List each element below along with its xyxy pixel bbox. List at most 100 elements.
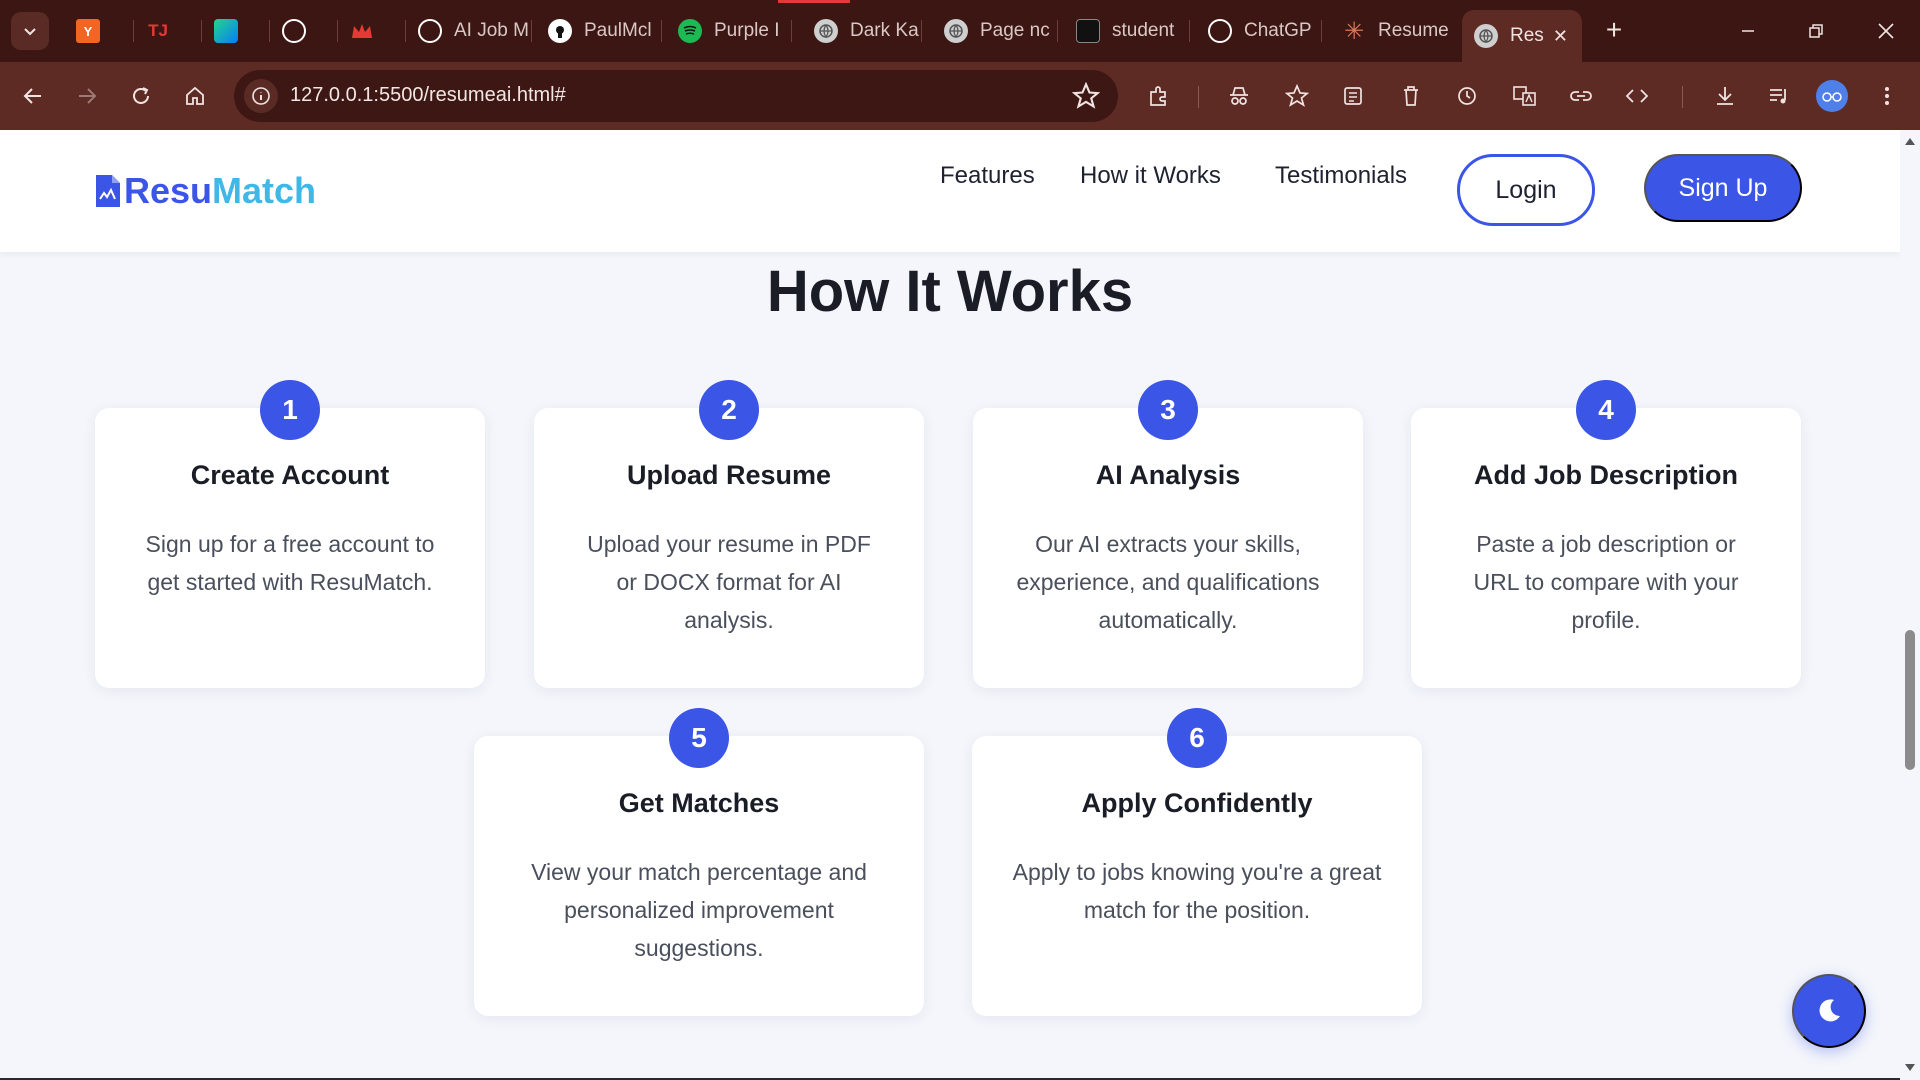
browser-menu-button[interactable] [1870,79,1904,113]
downloads-button[interactable] [1708,79,1742,113]
chevron-down-icon [24,28,36,36]
nav-link-features[interactable]: Features [940,162,1035,190]
browser-tab-active[interactable]: Res ✕ [1462,10,1582,62]
scroll-up-arrow-icon[interactable] [1905,138,1915,145]
scroll-down-arrow-icon[interactable] [1905,1064,1915,1071]
translate-button[interactable] [1508,79,1542,113]
new-tab-button[interactable]: + [1597,14,1631,48]
restore-icon [1809,24,1823,38]
step-card: Apply Confidently Apply to jobs knowing … [972,736,1422,1016]
scrollbar-thumb[interactable] [1905,630,1915,770]
step-description: Paste a job description or URL to compar… [1473,531,1739,633]
browser-tab[interactable]: AI Job M [406,10,532,52]
music-queue-icon [1770,89,1786,104]
tab-search-button[interactable] [11,12,49,50]
browser-tab[interactable]: Dark Ka [802,10,922,52]
reload-button[interactable] [122,77,160,115]
minimize-button[interactable] [1728,14,1768,48]
section-title: How It Works [766,259,1134,324]
tab-label: Resume [1378,20,1449,41]
resume-document-icon [96,175,120,207]
more-vertical-icon [1885,87,1889,105]
page-viewport: Resu Match Features How it Works Testimon… [0,130,1900,1080]
browser-tab[interactable]: student [1064,10,1190,52]
tj-logo-icon: TJ [148,21,168,40]
browser-tab[interactable]: Purple I [666,10,792,52]
code-icon [1625,89,1649,103]
reading-list-button[interactable] [1336,79,1370,113]
tab-label: Purple I [714,20,780,41]
history-button[interactable] [1450,79,1484,113]
nav-link-testimonials[interactable]: Testimonials [1275,162,1407,190]
step-number-badge: 2 [699,380,759,440]
tab-label: Dark Ka [850,20,919,41]
address-bar[interactable]: 127.0.0.1:5500/resumeai.html# [234,70,1118,122]
step-description: View your match percentage and personali… [531,859,867,961]
browser-tab-strip: Y TJ AI Job M PaulMcl Purple I Dark Ka P… [0,0,1920,62]
tab-label: Res [1510,25,1544,46]
openai-icon [1208,19,1232,43]
signup-button[interactable]: Sign Up [1644,154,1802,222]
login-button[interactable]: Login [1457,154,1595,226]
nav-link-how-it-works[interactable]: How it Works [1080,162,1221,190]
spotify-icon [678,19,702,43]
reload-icon [133,87,149,104]
url-text[interactable]: 127.0.0.1:5500/resumeai.html# [290,84,566,107]
y-combinator-icon: Y [76,19,100,43]
browser-tab[interactable] [202,10,270,52]
devtools-button[interactable] [1620,79,1654,113]
step-title: AI Analysis [1095,460,1241,490]
step-title: Add Job Description [1473,460,1738,490]
delete-button[interactable] [1394,79,1428,113]
extensions-button[interactable] [1142,79,1176,113]
incognito-button[interactable] [1222,79,1256,113]
forward-button[interactable] [68,77,106,115]
site-info-button[interactable] [244,79,278,113]
avatar-icon [1822,92,1842,102]
browser-tab[interactable]: TJ [134,10,202,52]
back-button[interactable] [14,77,52,115]
student-site-icon [1076,19,1100,43]
restore-button[interactable] [1796,14,1836,48]
history-icon [1458,87,1476,105]
openai-icon [418,19,442,43]
logo-text-part1: Resu [124,170,213,211]
claude-icon: ✳ [1343,17,1365,45]
reading-list-icon [1344,87,1362,105]
home-button[interactable] [176,77,214,115]
media-controls-button[interactable] [1762,79,1796,113]
dark-mode-toggle[interactable] [1792,974,1866,1048]
browser-tab[interactable]: ✳ Resume [1330,10,1456,52]
profile-avatar[interactable] [1816,80,1848,112]
browser-tab[interactable]: PaulMcl [536,10,662,52]
browser-tab[interactable] [338,10,406,52]
incognito-icon [1230,87,1248,105]
translate-icon [1513,86,1536,106]
trash-icon [1404,86,1418,106]
vertical-scrollbar[interactable] [1900,130,1920,1080]
info-icon [252,87,270,105]
globe-icon [814,19,838,43]
bookmark-star-icon[interactable] [1072,82,1100,110]
step-card: Upload Resume Upload your resume in PDF … [534,408,924,688]
step-title: Get Matches [618,788,780,818]
close-window-button[interactable] [1866,14,1906,48]
favorites-button[interactable] [1280,79,1314,113]
step-title: Upload Resume [626,460,832,490]
browser-tab[interactable]: ChatGP [1196,10,1322,52]
browser-tab[interactable]: Y [64,10,134,52]
site-logo[interactable]: Resu Match [94,170,316,212]
copy-link-button[interactable] [1564,79,1598,113]
github-icon [548,19,572,43]
step-card: Create Account Sign up for a free accoun… [95,408,485,688]
openai-icon [282,19,306,43]
step-title: Create Account [190,460,390,490]
globe-icon [1474,24,1498,48]
step-card: Add Job Description Paste a job descript… [1411,408,1801,688]
close-icon [1878,23,1894,39]
close-tab-icon[interactable]: ✕ [1553,26,1568,47]
browser-tab[interactable] [270,10,338,52]
browser-tab[interactable]: Page nc [932,10,1058,52]
tab-label: student [1112,20,1175,41]
step-description: Our AI extracts your skills, experience,… [1016,531,1320,633]
